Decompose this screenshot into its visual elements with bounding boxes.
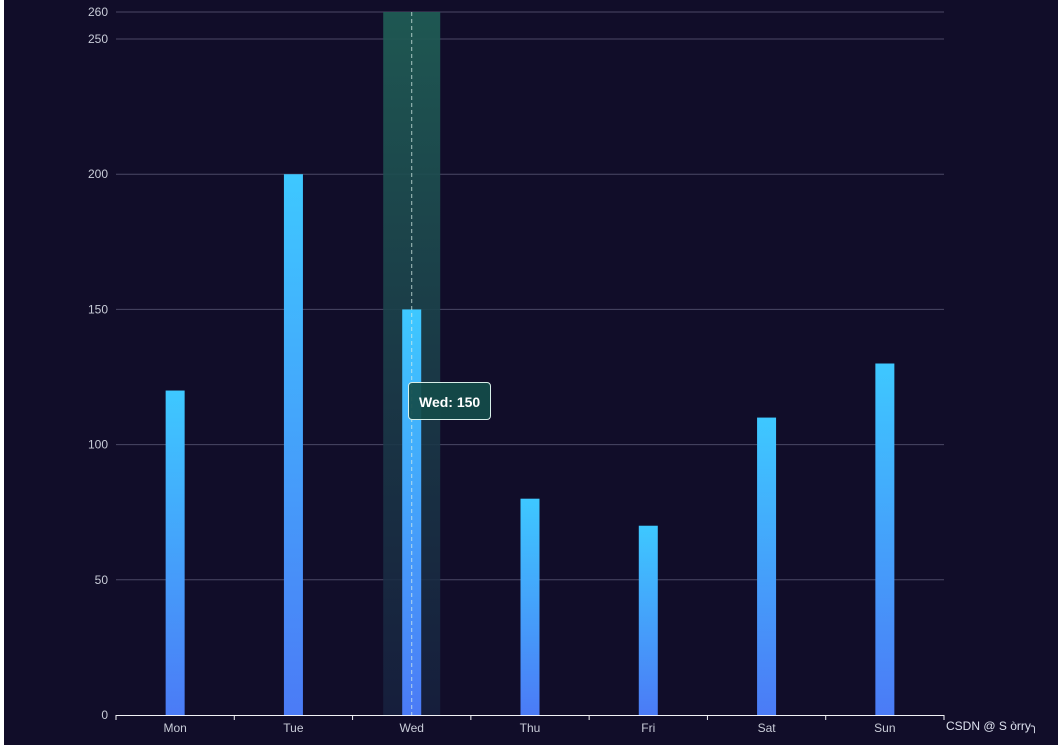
axis-layer bbox=[115, 715, 945, 720]
grid-layer bbox=[116, 11, 944, 581]
chart-frame: 0 50 100 150 200 250 260 Mon Tue Wed Thu Fri Sat Sun… bbox=[0, 0, 1058, 745]
bar-mon[interactable] bbox=[165, 390, 185, 715]
x-tick-label-mon: Mon bbox=[163, 721, 186, 735]
y-axis-ticks: 0 50 100 150 200 250 260 bbox=[88, 5, 108, 722]
bar-fri[interactable] bbox=[638, 525, 658, 715]
x-axis-ticks: Mon Tue Wed Thu Fri Sat Sun bbox=[163, 721, 895, 735]
watermark: CSDN @ S òrry╮ bbox=[946, 719, 1039, 733]
x-tick-label-wed: Wed bbox=[399, 721, 423, 735]
bar-tue[interactable] bbox=[283, 174, 303, 715]
x-tick-label-sun: Sun bbox=[874, 721, 895, 735]
y-tick-label-0: 0 bbox=[101, 708, 108, 722]
bar-sat[interactable] bbox=[757, 417, 777, 715]
chart-canvas: 0 50 100 150 200 250 260 Mon Tue Wed Thu Fri Sat Sun bbox=[88, 5, 945, 735]
x-tick-label-thu: Thu bbox=[520, 721, 541, 735]
y-tick-label-250: 250 bbox=[88, 32, 108, 46]
x-tick-label-sat: Sat bbox=[758, 721, 777, 735]
x-tick-label-fri: Fri bbox=[641, 721, 655, 735]
x-tick-label-tue: Tue bbox=[283, 721, 304, 735]
y-tick-label-100: 100 bbox=[88, 438, 108, 452]
y-tick-label-150: 150 bbox=[88, 302, 108, 316]
bar-thu[interactable] bbox=[520, 498, 540, 715]
y-tick-label-50: 50 bbox=[95, 573, 109, 587]
bar-sun[interactable] bbox=[875, 363, 895, 716]
y-tick-label-200: 200 bbox=[88, 167, 108, 181]
bar-chart: 0 50 100 150 200 250 260 Mon Tue Wed Thu Fri Sat Sun… bbox=[4, 0, 1058, 745]
tooltip: Wed: 150 bbox=[408, 382, 492, 420]
y-tick-label-260: 260 bbox=[88, 5, 108, 19]
